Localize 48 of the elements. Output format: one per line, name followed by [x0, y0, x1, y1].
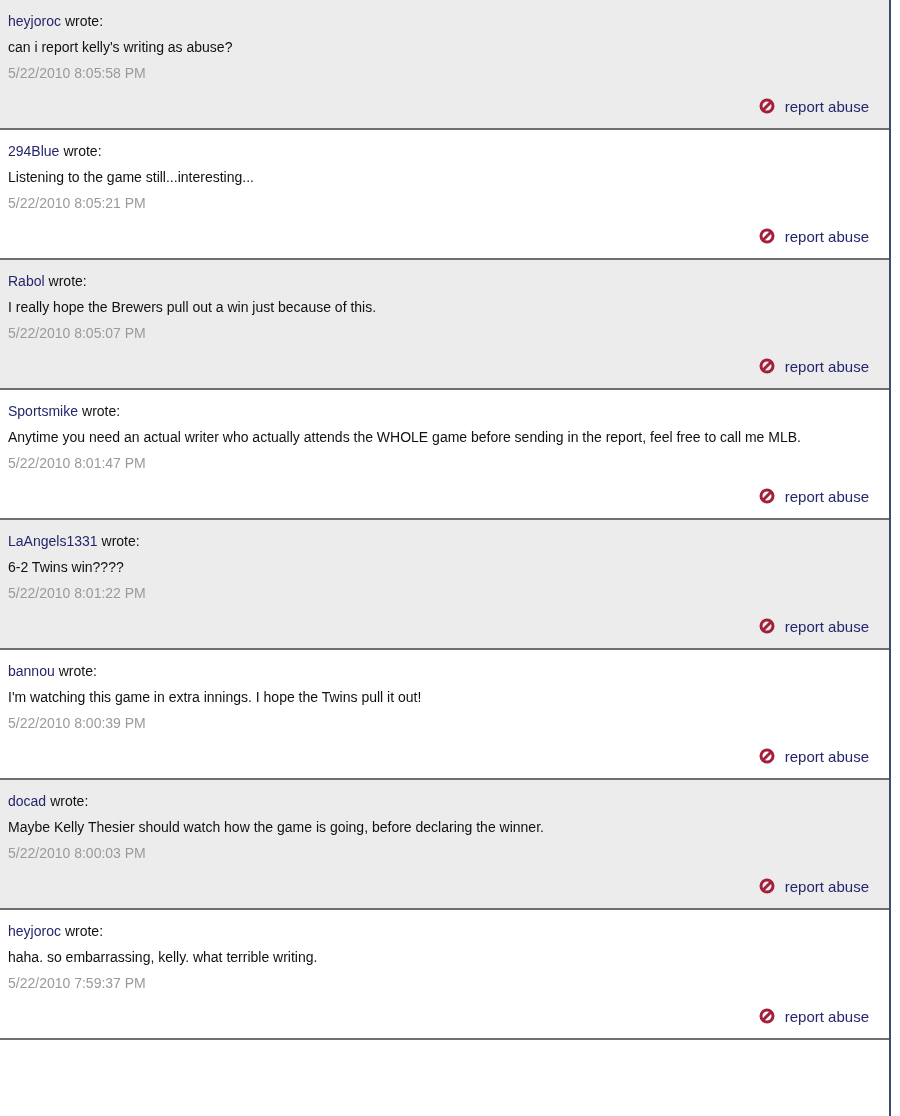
report-abuse-link[interactable]: report abuse — [784, 1007, 869, 1025]
comment-date: 5/22/2010 8:01:47 PM — [8, 454, 147, 473]
prohibited-icon — [758, 228, 775, 244]
prohibited-icon — [758, 1008, 775, 1024]
wrote-label: wrote: — [64, 923, 104, 939]
prohibited-icon — [758, 878, 775, 894]
comment-date: 5/22/2010 8:05:21 PM — [8, 194, 147, 213]
report-abuse-link[interactable]: report abuse — [784, 877, 869, 895]
username-link[interactable]: docad — [8, 793, 47, 809]
username-link[interactable]: heyjoroc — [8, 923, 61, 939]
wrote-label: wrote: — [58, 663, 97, 679]
username-link[interactable]: bannou — [8, 663, 55, 679]
comment-date: 5/22/2010 7:59:37 PM — [8, 974, 147, 993]
wrote-label: wrote: — [48, 273, 87, 289]
comment-text: 6-2 Twins win???? — [8, 558, 125, 577]
wrote-label: wrote: — [82, 403, 121, 419]
report-abuse-link[interactable]: report abuse — [784, 227, 869, 245]
prohibited-icon — [758, 618, 775, 634]
username-link[interactable]: 294Blue — [8, 143, 60, 159]
report-abuse-link[interactable]: report abuse — [784, 487, 869, 505]
report-abuse-link[interactable]: report abuse — [784, 97, 869, 115]
report-abuse-link[interactable]: report abuse — [784, 617, 869, 635]
username-link[interactable]: heyjoroc — [8, 13, 61, 29]
report-abuse-link[interactable]: report abuse — [784, 357, 869, 375]
prohibited-icon — [758, 358, 775, 374]
comment-date: 5/22/2010 8:05:07 PM — [8, 324, 147, 343]
comment-text: I'm watching this game in extra innings. I hope the Twins pull it out! — [8, 688, 423, 707]
comment-text: Maybe Kelly Thesier should watch how the game is going, before declaring the winner. — [8, 818, 545, 837]
prohibited-icon — [758, 748, 775, 764]
comment-text: Listening to the game still...interesting... — [8, 168, 255, 187]
prohibited-icon — [758, 98, 775, 114]
wrote-label: wrote: — [101, 533, 140, 549]
username-link[interactable]: Rabol — [8, 273, 45, 289]
wrote-label: wrote: — [64, 13, 104, 29]
comment-text: I really hope the Brewers pull out a win just because of this. — [8, 298, 378, 317]
comment-date: 5/22/2010 8:00:03 PM — [8, 844, 147, 863]
report-abuse-link[interactable]: report abuse — [784, 747, 869, 765]
comment-date: 5/22/2010 8:05:58 PM — [8, 64, 147, 83]
comment-text: Anytime you need an actual writer who actually attends the WHOLE game before sending in the report, feel free to call me MLB. — [8, 428, 802, 447]
comment-date: 5/22/2010 8:00:39 PM — [8, 714, 147, 733]
prohibited-icon — [758, 488, 775, 504]
wrote-label: wrote: — [63, 143, 102, 159]
wrote-label: wrote: — [50, 793, 89, 809]
username-link[interactable]: Sportsmike — [8, 403, 79, 419]
comment-date: 5/22/2010 8:01:22 PM — [8, 584, 147, 603]
username-link[interactable]: LaAngels1331 — [8, 533, 98, 549]
comment-text: haha. so embarrassing, kelly. what terrible writing. — [8, 948, 319, 967]
comment-text: can i report kelly's writing as abuse? — [8, 38, 234, 57]
